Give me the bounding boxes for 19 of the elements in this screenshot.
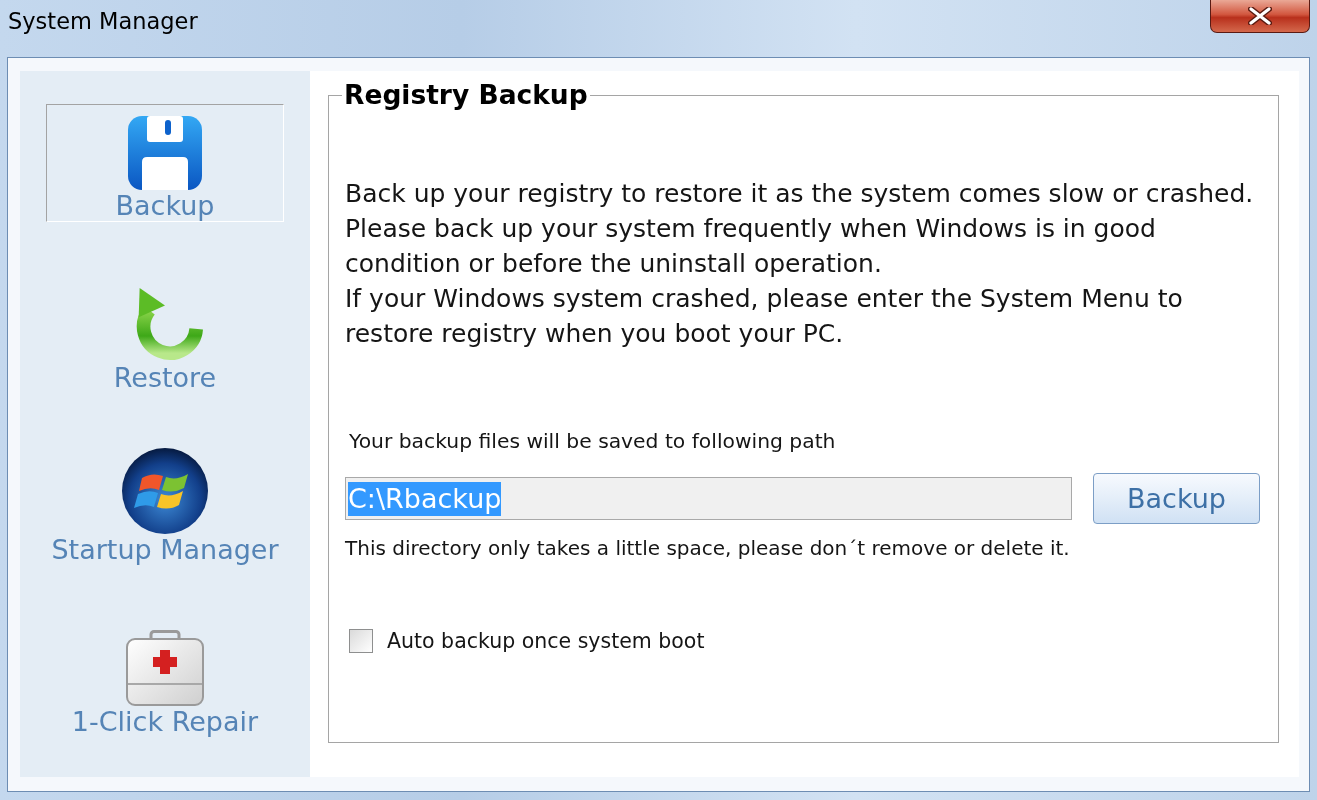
checkbox[interactable]: [349, 629, 373, 653]
sidebar-item[interactable]: Backup: [46, 104, 284, 222]
first-aid-kit-icon: [126, 630, 204, 706]
close-button[interactable]: [1210, 0, 1310, 33]
group-title: Registry Backup: [343, 81, 589, 109]
close-icon: [1248, 7, 1272, 25]
description-text: Please back up your system frequently when Windows is in good condition or before the uninstall operation.: [345, 213, 1157, 280]
flag-orb-icon: [122, 448, 208, 534]
description-text: If your Windows system crashed, please enter the System Menu to restore registry when you boot your PC.: [345, 283, 1184, 350]
sidebar-item[interactable]: Restore: [46, 276, 284, 394]
checkbox-label[interactable]: Auto backup once system boot: [387, 628, 705, 654]
note-text: This directory only takes a little space, please don´t remove or delete it.: [345, 535, 1071, 561]
path-field[interactable]: C:\Rbackup: [345, 477, 1072, 520]
sidebar-item[interactable]: Startup Manager: [46, 448, 284, 566]
path-label: Your backup files will be saved to following path: [348, 428, 837, 454]
window-title: System Manager: [8, 8, 198, 34]
backup-button[interactable]: Backup: [1093, 473, 1260, 524]
description-text: Back up your registry to restore it as the system comes slow or crashed.: [345, 178, 1255, 210]
sidebar-item[interactable]: 1-Click Repair: [46, 620, 284, 738]
